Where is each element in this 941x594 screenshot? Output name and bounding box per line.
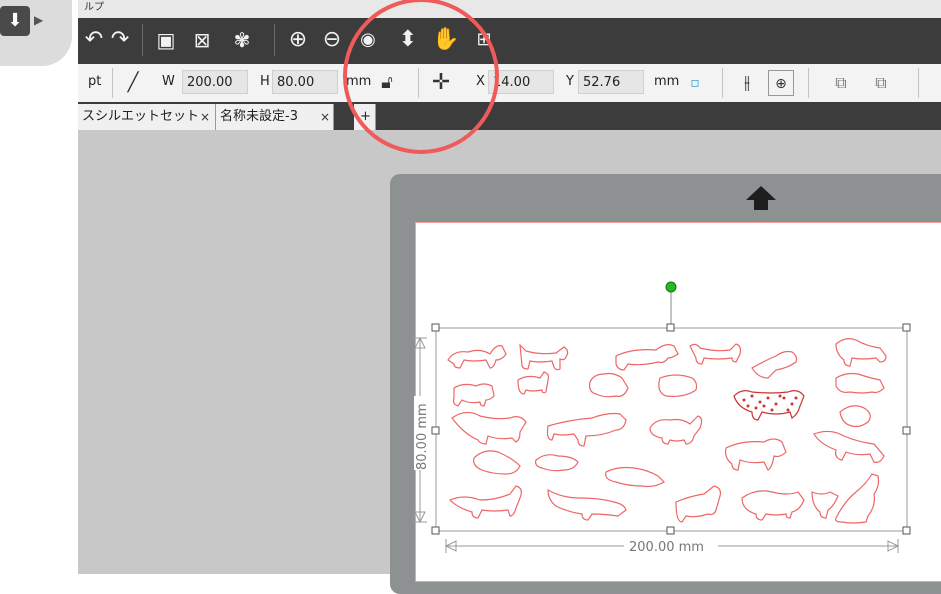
resize-handle-right[interactable]: [902, 426, 911, 435]
resize-handle-top[interactable]: [666, 323, 675, 332]
width-dimension-label: 200.00 mm: [629, 540, 704, 555]
dalmatian-silhouette[interactable]: [733, 390, 805, 421]
resize-handle-top-left[interactable]: [431, 323, 440, 332]
dog-silhouette-artwork[interactable]: [447, 338, 887, 524]
resize-handle-bottom-right[interactable]: [902, 526, 911, 535]
selection-overlay: 80.00 mm 200.00 mm: [413, 281, 911, 555]
resize-handle-bottom-left[interactable]: [431, 526, 440, 535]
height-dimension-label: 80.00 mm: [415, 403, 430, 470]
resize-handle-top-right[interactable]: [902, 323, 911, 332]
resize-handle-bottom[interactable]: [666, 526, 675, 535]
resize-handle-left[interactable]: [431, 426, 440, 435]
rotate-handle[interactable]: [665, 281, 677, 293]
